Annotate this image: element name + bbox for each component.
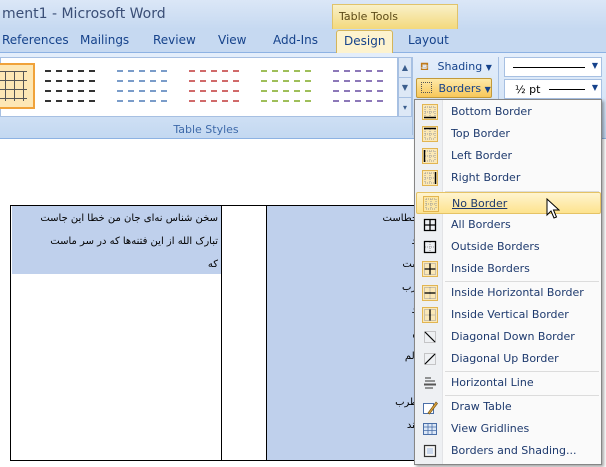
group-separator	[412, 57, 413, 135]
gallery-more-icon[interactable]: ▾	[399, 98, 411, 118]
mouse-cursor-icon	[546, 198, 560, 219]
borders-button[interactable]: Borders ▼	[416, 78, 492, 98]
table-styles-group-label: Table Styles	[173, 123, 239, 136]
tab-add-ins[interactable]: Add-Ins	[273, 33, 318, 47]
tab-references[interactable]: References	[2, 33, 69, 47]
table-border	[10, 205, 11, 461]
gallery-scroll[interactable]: ▲ ▼ ▾	[398, 57, 412, 117]
table-border	[10, 460, 420, 461]
text-line: سخن شناس نه‌ای جان من خطا این جاست	[40, 213, 218, 224]
top-border-icon	[422, 126, 438, 142]
tab-layout[interactable]: Layout	[408, 33, 449, 47]
line-style-dropdown[interactable]: ▼	[504, 57, 602, 77]
bottom-border-icon	[422, 104, 438, 120]
chevron-down-icon: ▼	[485, 63, 492, 72]
tab-mailings[interactable]: Mailings	[80, 33, 129, 47]
menu-item-diagonal-up-border[interactable]: Diagonal Up Border	[416, 348, 601, 370]
right-border-icon	[422, 170, 438, 186]
menu-item-no-border[interactable]: No Border	[416, 192, 601, 214]
chevron-down-icon: ▼	[591, 83, 598, 92]
table-style-thumb[interactable]	[185, 63, 243, 109]
table-style-thumb[interactable]	[257, 63, 315, 109]
gallery-up-icon[interactable]: ▲	[399, 58, 411, 78]
left-cell-text[interactable]: سخن شناس نه‌ای جان من خطا این جاست تبارک…	[14, 207, 218, 273]
borders-and-shading-icon	[423, 444, 437, 458]
table-style-thumb[interactable]	[41, 63, 99, 109]
menu-item-outside-borders[interactable]: Outside Borders	[416, 236, 601, 258]
menu-item-inside-borders[interactable]: Inside Borders	[416, 258, 601, 280]
borders-label: Borders	[438, 82, 482, 95]
table-border	[10, 205, 420, 206]
text-line: تبارک الله از این فتنه‌ها که در سر ماست	[50, 236, 218, 247]
borders-dropdown-menu: Bottom Border Top Border Left Border Rig…	[414, 99, 602, 465]
table-border	[221, 205, 222, 461]
table-style-thumb-selected[interactable]	[0, 63, 35, 109]
diagonal-down-border-icon	[424, 331, 436, 343]
chevron-down-icon: ▼	[484, 85, 491, 94]
menu-item-bottom-border[interactable]: Bottom Border	[416, 101, 601, 123]
shading-icon: ⛾	[420, 60, 429, 73]
table-style-thumb[interactable]	[113, 63, 171, 109]
line-weight-dropdown[interactable]: ½ pt ▼	[504, 79, 602, 99]
context-group-label: Table Tools	[339, 10, 399, 23]
text-line: که	[207, 259, 218, 270]
inside-vertical-border-icon	[422, 307, 438, 323]
menu-item-all-borders[interactable]: All Borders	[416, 214, 601, 236]
draw-table-icon	[423, 401, 438, 415]
menu-item-view-gridlines[interactable]: View Gridlines	[416, 418, 601, 440]
borders-icon	[421, 82, 432, 93]
all-borders-icon	[423, 218, 437, 232]
inside-borders-icon	[422, 261, 438, 277]
tab-design[interactable]: Design	[336, 30, 394, 53]
tab-view[interactable]: View	[218, 33, 246, 47]
menu-item-diagonal-down-border[interactable]: Diagonal Down Border	[416, 326, 601, 348]
menu-item-top-border[interactable]: Top Border	[416, 123, 601, 145]
ribbon-tab-row: References Mailings Review View Add-Ins …	[0, 29, 606, 82]
menu-item-horizontal-line[interactable]: Horizontal Line	[416, 372, 601, 394]
pen-weight-value: ½ pt	[515, 83, 541, 96]
table-tools-context-header: Table Tools	[332, 4, 458, 29]
menu-item-left-border[interactable]: Left Border	[416, 145, 601, 167]
title-bar: ment1 - Microsoft Word Table Tools	[0, 0, 606, 29]
shading-label: Shading	[437, 60, 483, 73]
horizontal-line-icon	[424, 377, 436, 389]
diagonal-up-border-icon	[424, 353, 436, 365]
tab-review[interactable]: Review	[153, 33, 196, 47]
menu-item-inside-vertical-border[interactable]: Inside Vertical Border	[416, 304, 601, 326]
table-style-thumb[interactable]	[329, 63, 387, 109]
menu-item-right-border[interactable]: Right Border	[416, 167, 601, 189]
view-gridlines-icon	[423, 423, 437, 435]
inside-horizontal-border-icon	[422, 285, 438, 301]
table-styles-gallery	[0, 57, 398, 117]
menu-item-draw-table[interactable]: Draw Table	[416, 396, 601, 418]
left-border-icon	[422, 148, 438, 164]
window-title: ment1 - Microsoft Word	[2, 6, 166, 22]
chevron-down-icon: ▼	[591, 61, 598, 70]
shading-button[interactable]: ⛾ Shading ▼	[416, 57, 494, 77]
table-border	[266, 205, 267, 461]
no-border-icon	[423, 196, 439, 212]
menu-item-borders-and-shading[interactable]: Borders and Shading...	[416, 440, 601, 462]
outside-borders-icon	[423, 240, 437, 254]
gallery-down-icon[interactable]: ▼	[399, 78, 411, 98]
menu-item-inside-horizontal-border[interactable]: Inside Horizontal Border	[416, 282, 601, 304]
